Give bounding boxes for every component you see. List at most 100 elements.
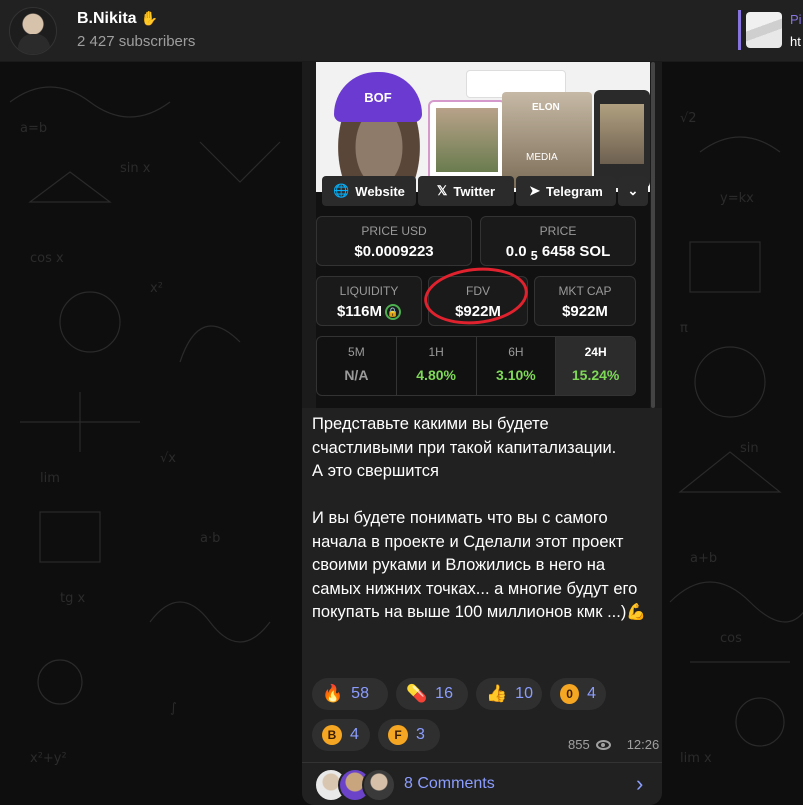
token-screenshot: BOF ELON MEDIA 🌐 Website 𝕏 Twitter ➤ Telegr… xyxy=(316,62,654,408)
chevron-down-icon: ⌄ xyxy=(618,176,648,206)
reaction-count: 3 xyxy=(416,726,425,743)
liquidity-card: LIQUIDITY $116M 🔒 xyxy=(316,276,422,326)
flexed-biceps-emoji: 💪 xyxy=(626,604,647,621)
channel-avatar[interactable] xyxy=(9,7,57,55)
price-sol-card: PRICE 0.0 5 6458 SOL xyxy=(480,216,636,266)
beanie-logo: BOF xyxy=(334,72,422,122)
message-bubble: BOF ELON MEDIA 🌐 Website 𝕏 Twitter ➤ Telegr… xyxy=(302,62,662,805)
reaction-count: 4 xyxy=(350,726,359,743)
svg-text:a·b: a·b xyxy=(200,531,220,546)
liquidity-value: $116M xyxy=(336,303,383,320)
timeframe-label: 5M xyxy=(348,345,365,359)
beanie-text: BOF xyxy=(364,90,392,105)
pill-icon: 💊 xyxy=(406,684,428,703)
price-sol-rest: 6458 SOL xyxy=(541,243,611,260)
pinned-message-text[interactable]: ht xyxy=(790,34,801,49)
telegram-icon: ➤ xyxy=(529,183,541,198)
comments-button[interactable]: 8 Comments › xyxy=(302,765,662,805)
svg-text:y=kx: y=kx xyxy=(720,191,754,206)
timeframe-5m: 5M N/A xyxy=(317,337,397,395)
chat-header: B.Nikita ✋ 2 427 subscribers Pi ht xyxy=(0,0,803,62)
photo-card-3 xyxy=(594,90,650,188)
price-usd-card: PRICE USD $0.0009223 xyxy=(316,216,472,266)
svg-text:cos: cos xyxy=(720,631,742,646)
reaction-pill[interactable]: 💊 16 xyxy=(396,678,468,710)
custom-b-icon: B xyxy=(322,725,342,745)
svg-text:tg x: tg x xyxy=(60,591,85,606)
svg-text:√x: √x xyxy=(160,451,176,466)
svg-text:lim x: lim x xyxy=(680,751,712,766)
reaction-thumbs-up[interactable]: 👍 10 xyxy=(476,678,542,710)
chevron-right-icon: › xyxy=(636,771,644,796)
timeframe-1h: 1H 4.80% xyxy=(397,337,477,395)
svg-text:sin: sin xyxy=(740,441,759,456)
reaction-count: 16 xyxy=(435,685,453,702)
custom-zero-icon: 0 xyxy=(560,684,580,704)
svg-text:π: π xyxy=(680,321,688,336)
pinned-message-thumbnail[interactable] xyxy=(746,12,782,48)
view-count: 855 xyxy=(568,737,590,752)
svg-text:a=b: a=b xyxy=(20,121,47,136)
mkt-cap-value: $922M xyxy=(562,303,608,320)
channel-title[interactable]: B.Nikita ✋ xyxy=(77,10,158,28)
price-sol-label: PRICE xyxy=(539,224,577,238)
telegram-link: ➤ Telegram xyxy=(516,176,616,206)
message-image[interactable]: BOF ELON MEDIA 🌐 Website 𝕏 Twitter ➤ Telegr… xyxy=(302,62,662,408)
price-sol-prefix: 0.0 xyxy=(505,243,527,260)
scrollbar-thumb[interactable] xyxy=(651,62,655,408)
message-meta: 855 12:26 xyxy=(568,737,659,752)
photo-card-1 xyxy=(428,100,506,182)
svg-text:lim: lim xyxy=(40,471,60,486)
globe-icon: 🌐 xyxy=(333,183,350,198)
fire-icon: 🔥 xyxy=(322,684,344,703)
svg-text:x²+y²: x²+y² xyxy=(30,751,67,766)
reaction-count: 10 xyxy=(515,685,533,702)
timeframe-value: N/A xyxy=(344,367,369,383)
svg-text:sin x: sin x xyxy=(120,161,151,176)
thumbs-up-icon: 👍 xyxy=(486,684,508,703)
price-usd-value: $0.0009223 xyxy=(354,243,434,260)
twitter-link: 𝕏 Twitter xyxy=(418,176,514,206)
pinned-indicator xyxy=(738,10,741,50)
timeframe-value: 4.80% xyxy=(416,367,456,383)
timeframe-value: 3.10% xyxy=(496,367,536,383)
eye-icon xyxy=(595,739,611,750)
price-sol-subscript: 5 xyxy=(530,249,538,263)
price-sol-value: 0.0 5 6458 SOL xyxy=(481,243,635,263)
timeframe-changes: 5M N/A 1H 4.80% 6H 3.10% 24H 15.24% xyxy=(316,336,636,396)
svg-text:√2: √2 xyxy=(680,111,697,126)
photo-card-2: ELON MEDIA xyxy=(502,92,592,188)
divider xyxy=(302,762,662,763)
liquidity-value-row: $116M 🔒 xyxy=(317,303,421,320)
comments-label: 8 Comments xyxy=(404,775,495,792)
svg-text:∫: ∫ xyxy=(170,701,177,716)
reaction-count: 58 xyxy=(351,685,369,702)
website-label: Website xyxy=(355,183,405,199)
telegram-label: Telegram xyxy=(546,183,603,199)
mkt-cap-card: MKT CAP $922M xyxy=(534,276,636,326)
token-banner: BOF ELON MEDIA xyxy=(316,62,650,192)
lock-icon: 🔒 xyxy=(385,304,402,320)
message-body: Представьте какими вы будете счастливыми… xyxy=(312,415,638,621)
timeframe-value: 15.24% xyxy=(571,367,620,383)
card-caption-top: ELON xyxy=(532,102,560,113)
custom-f-icon: F xyxy=(388,725,408,745)
timeframe-24h: 24H 15.24% xyxy=(556,337,635,395)
card-caption-bottom: MEDIA xyxy=(526,152,558,163)
message-time: 12:26 xyxy=(626,737,660,752)
timeframe-label: 6H xyxy=(508,345,524,359)
svg-text:x²: x² xyxy=(150,281,163,296)
token-links: 🌐 Website 𝕏 Twitter ➤ Telegram ⌄ xyxy=(316,176,650,208)
reaction-fire[interactable]: 🔥 58 xyxy=(312,678,388,710)
subscriber-count: 2 427 subscribers xyxy=(77,33,196,50)
mkt-cap-label: MKT CAP xyxy=(558,284,612,298)
twitter-label: Twitter xyxy=(453,183,496,199)
pinned-message-title[interactable]: Pi xyxy=(790,12,802,27)
svg-text:a+b: a+b xyxy=(690,551,717,566)
reaction-custom-f[interactable]: F3 xyxy=(378,719,440,751)
reaction-custom-0[interactable]: 04 xyxy=(550,678,606,710)
timeframe-6h: 6H 3.10% xyxy=(477,337,557,395)
reaction-custom-b[interactable]: B4 xyxy=(312,719,370,751)
timeframe-label: 24H xyxy=(584,345,607,359)
price-usd-label: PRICE USD xyxy=(361,224,427,238)
